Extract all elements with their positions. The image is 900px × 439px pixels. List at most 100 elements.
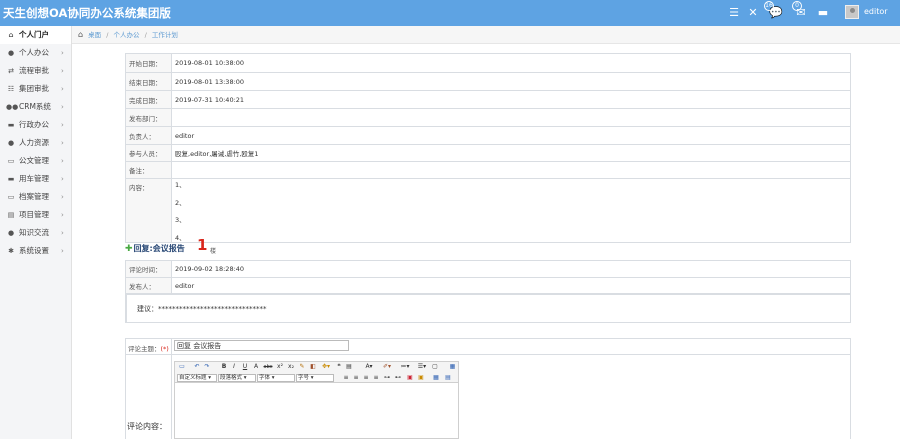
sidebar-item[interactable]: ▬ 行政办公 › [0, 116, 71, 134]
strikethrough-icon[interactable]: abc [263, 363, 273, 371]
redo-icon[interactable]: ↷ [203, 363, 211, 371]
align-center-icon[interactable]: ≡ [352, 374, 360, 382]
chevron-right-icon: › [61, 49, 64, 57]
sidebar-item[interactable]: ☷ 集团审批 › [0, 80, 71, 98]
justify-icon[interactable]: ≡ [372, 374, 380, 382]
media-icon[interactable]: ▣ [417, 374, 425, 382]
sidebar-item-label: CRM系统 [19, 102, 51, 111]
user-icon: ● [7, 49, 15, 57]
table-row: 负责人： editor [125, 126, 851, 145]
sidebar-item[interactable]: ✱ 系统设置 › [0, 242, 71, 260]
blockquote-icon[interactable]: ❝ [335, 363, 343, 371]
source-icon[interactable]: ▭ [177, 363, 187, 371]
subject-input[interactable] [174, 340, 349, 351]
image-icon[interactable]: ▣ [406, 374, 414, 382]
chevron-right-icon: › [61, 67, 64, 75]
project-icon: ▤ [7, 211, 15, 219]
sidebar-item[interactable]: ●● CRM系统 › [0, 98, 71, 116]
required-mark: (*) [160, 345, 169, 353]
select-all-icon[interactable]: ▢ [431, 363, 439, 371]
form-divider [125, 354, 851, 355]
sidebar-item-label: 项目管理 [19, 210, 49, 219]
auto-format-icon[interactable]: ✥▾ [320, 363, 332, 371]
content-line: 1、 [175, 181, 186, 189]
font-family-select-label: 字体 [259, 375, 271, 381]
sidebar-item[interactable]: ⌂ 个人门户 [0, 26, 71, 44]
chevron-right-icon: › [61, 157, 64, 165]
paste-plain-icon[interactable]: ▤ [345, 363, 353, 371]
align-right-icon[interactable]: ≡ [362, 374, 370, 382]
done-date-value: 2019-07-31 10:40:21 [171, 90, 851, 109]
chevron-right-icon: › [61, 247, 64, 255]
notification-count-badge: 0 [792, 1, 802, 11]
ordered-list-icon[interactable]: ≔▾ [399, 363, 411, 371]
underline-icon[interactable]: U [241, 363, 249, 371]
bold-icon[interactable]: B [220, 363, 228, 371]
attachment-icon[interactable]: ▤ [444, 374, 452, 382]
table-row: 发布人： editor [125, 277, 851, 295]
sidebar-item[interactable]: ● 知识交流 › [0, 224, 71, 242]
reply-info-table: 评论时间： 2019-09-02 18:28:40 发布人： editor [125, 260, 851, 295]
home-icon[interactable]: ⌂ [78, 30, 83, 39]
comment-icon[interactable]: ▬ [816, 6, 830, 20]
italic-icon[interactable]: I [230, 363, 238, 371]
chevron-right-icon: › [61, 121, 64, 129]
comment-icon: ▬ [7, 121, 15, 129]
content-label: 评论内容： [127, 422, 167, 431]
undo-icon[interactable]: ↶ [193, 363, 201, 371]
content-line: 3、 [175, 216, 186, 224]
link-icon[interactable]: ⊶ [383, 374, 391, 382]
author-label: 发布人： [125, 277, 172, 295]
subscript-icon[interactable]: x₂ [287, 363, 295, 371]
menu-icon[interactable]: ☰ [727, 6, 741, 20]
breadcrumb-separator: / [106, 31, 109, 39]
sidebar-item-label: 系统设置 [19, 246, 49, 255]
remark-value [171, 161, 851, 179]
chevron-right-icon: › [61, 175, 64, 183]
table-row: 结束日期： 2019-08-01 13:38:00 [125, 72, 851, 91]
message-count-badge: 16 [764, 1, 774, 11]
superscript-icon[interactable]: x² [276, 363, 284, 371]
breadcrumb-desktop[interactable]: 桌面 [88, 31, 101, 39]
font-size-select[interactable]: 字号 ▾ [296, 374, 334, 382]
eraser-icon[interactable]: ◧ [309, 363, 317, 371]
person-icon: ● [7, 139, 15, 147]
comment-editor[interactable] [174, 383, 459, 439]
sidebar-item[interactable]: ● 个人办公 › [0, 44, 71, 62]
table-row: 备注： [125, 161, 851, 179]
sidebar-item-label: 个人办公 [19, 48, 49, 57]
sidebar-item[interactable]: ▤ 项目管理 › [0, 206, 71, 224]
reply-title: ✚回复:会议报告 [125, 243, 185, 254]
sidebar-item[interactable]: ● 人力资源 › [0, 134, 71, 152]
table-icon[interactable]: ▦ [432, 374, 440, 382]
breadcrumb-work-plan[interactable]: 工作计划 [152, 31, 178, 39]
home-icon: ⌂ [8, 31, 14, 39]
custom-title-select[interactable]: 自定义标题 ▾ [177, 374, 217, 382]
paragraph-format-select[interactable]: 段落格式 ▾ [218, 374, 256, 382]
sidebar-item-label: 流程审批 [19, 66, 49, 75]
breadcrumb-personal-office[interactable]: 个人办公 [114, 31, 140, 39]
sidebar-item[interactable]: ▭ 档案管理 › [0, 188, 71, 206]
preview-icon[interactable]: ▦ [448, 363, 457, 371]
department-value [171, 108, 851, 127]
format-brush-icon[interactable]: ✎ [298, 363, 306, 371]
unordered-list-icon[interactable]: ☰▾ [416, 363, 428, 371]
username[interactable]: editor [864, 7, 888, 16]
font-color-icon[interactable]: A▾ [363, 363, 375, 371]
font-family-select[interactable]: 字体 ▾ [257, 374, 295, 382]
sidebar-item[interactable]: ▬ 用车管理 › [0, 170, 71, 188]
background-color-icon[interactable]: ✐▾ [381, 363, 393, 371]
owner-value: editor [171, 126, 851, 145]
end-date-value: 2019-08-01 13:38:00 [171, 72, 851, 91]
custom-title-select-label: 自定义标题 [179, 375, 207, 381]
fullscreen-icon[interactable]: ✕ [746, 6, 760, 20]
unlink-icon[interactable]: ⊷ [394, 374, 402, 382]
font-border-icon[interactable]: A [252, 363, 260, 371]
chevron-right-icon: › [61, 103, 64, 111]
app-title: 天生创想OA协同办公系统集团版 [3, 6, 171, 20]
align-left-icon[interactable]: ≡ [342, 374, 350, 382]
sidebar-item[interactable]: ⇄ 流程审批 › [0, 62, 71, 80]
avatar[interactable] [845, 5, 859, 19]
sidebar-item[interactable]: ▭ 公文管理 › [0, 152, 71, 170]
top-navbar: 天生创想OA协同办公系统集团版 ☰ ✕ 💬 16 ✉ 0 ▬ editor [0, 0, 900, 26]
